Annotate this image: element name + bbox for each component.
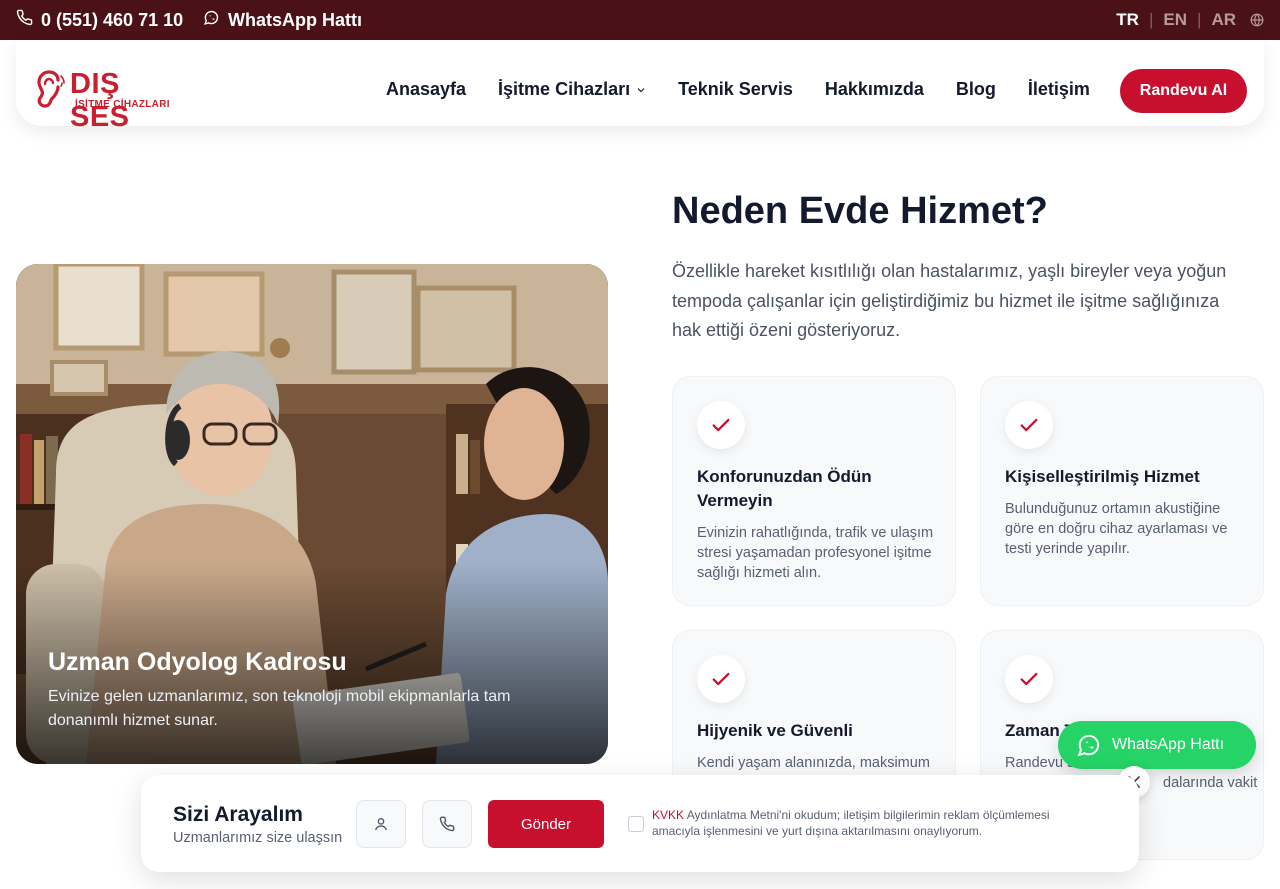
consent-label: Aydınlatma Metni'ni okudum; iletişim bil… bbox=[652, 808, 1050, 838]
name-input[interactable] bbox=[356, 800, 406, 848]
lang-separator: | bbox=[1148, 10, 1154, 29]
callback-subtitle: Uzmanlarımız size ulaşsın bbox=[173, 830, 343, 846]
hero-photo-card: Uzman Odyolog Kadrosu Evinize gelen uzma… bbox=[16, 264, 608, 764]
ear-logo-icon bbox=[37, 70, 65, 108]
lang-separator: | bbox=[1197, 10, 1202, 29]
feature-text-continued: dalarında vakit bbox=[1163, 775, 1258, 791]
check-icon bbox=[697, 655, 745, 703]
appointment-button[interactable]: Randevu Al bbox=[1120, 69, 1247, 113]
check-icon bbox=[1005, 401, 1053, 449]
check-icon bbox=[697, 401, 745, 449]
consent-text: KVKK Aydınlatma Metni'ni okudum; iletişi… bbox=[652, 807, 1092, 839]
site-header: DIŞ SES İŞİTME CİHAZLARI Anasayfa İşitme… bbox=[16, 40, 1264, 133]
whatsapp-float-label: WhatsApp Hattı bbox=[1112, 736, 1225, 753]
photo-caption-title: Uzman Odyolog Kadrosu bbox=[48, 648, 347, 676]
consent-checkbox[interactable] bbox=[628, 816, 644, 832]
feature-card: Konforunuzdan Ödün Vermeyin Evinizin rah… bbox=[672, 376, 956, 606]
language-switcher: TR | EN | AR bbox=[1116, 10, 1264, 30]
nav-item-iletisim[interactable]: İletişim bbox=[1028, 79, 1090, 100]
whatsapp-float-button[interactable]: WhatsApp Hattı bbox=[1058, 721, 1256, 769]
globe-icon[interactable] bbox=[1250, 13, 1264, 27]
nav-item-isitme-cihazlari[interactable]: İşitme Cihazları bbox=[498, 79, 646, 100]
check-icon bbox=[1005, 655, 1053, 703]
main-nav: Anasayfa İşitme Cihazları Teknik Servis … bbox=[386, 79, 1090, 100]
top-bar: 0 (551) 460 71 10 WhatsApp Hattı TR | EN… bbox=[0, 0, 1280, 40]
nav-item-anasayfa[interactable]: Anasayfa bbox=[386, 79, 466, 100]
lang-ar[interactable]: AR bbox=[1211, 10, 1236, 30]
logo[interactable]: DIŞ SES İŞİTME CİHAZLARI bbox=[34, 68, 184, 133]
logo-subtitle: İŞİTME CİHAZLARI bbox=[75, 99, 170, 110]
nav-item-hakkimizda[interactable]: Hakkımızda bbox=[825, 79, 924, 100]
whatsapp-icon bbox=[203, 9, 220, 31]
section-lead: Özellikle hareket kısıtlılığı olan hasta… bbox=[672, 261, 1227, 340]
whatsapp-icon bbox=[1076, 732, 1102, 758]
lang-tr[interactable]: TR bbox=[1116, 10, 1139, 30]
feature-text: Evinizin rahatlığında, trafik ve ulaşım … bbox=[697, 525, 934, 581]
section-title: Neden Evde Hizmet? bbox=[672, 190, 1048, 232]
callback-form: Sizi Arayalım Uzmanlarımız size ulaşsın … bbox=[141, 775, 1139, 872]
chevron-down-icon bbox=[636, 85, 646, 95]
whatsapp-label: WhatsApp Hattı bbox=[228, 9, 362, 30]
feature-card: Kişiselleştirilmiş Hizmet Bulunduğunuz o… bbox=[980, 376, 1264, 606]
nav-item-teknik-servis[interactable]: Teknik Servis bbox=[678, 79, 793, 100]
phone-link[interactable]: 0 (551) 460 71 10 bbox=[16, 10, 183, 30]
whatsapp-link[interactable]: WhatsApp Hattı bbox=[203, 10, 362, 30]
feature-text: Bulunduğunuz ortamın akustiğine göre en … bbox=[1005, 501, 1228, 557]
send-button[interactable]: Gönder bbox=[488, 800, 604, 848]
kvkk-link[interactable]: KVKK bbox=[652, 808, 684, 822]
user-icon bbox=[373, 816, 389, 832]
feature-text: Kendi yaşam alanınızda, maksimum bbox=[697, 755, 930, 771]
feature-title: Kişiselleştirilmiş Hizmet bbox=[1005, 467, 1200, 486]
photo-caption-text: Evinize gelen uzmanlarımız, son teknoloj… bbox=[48, 688, 511, 729]
nav-item-blog[interactable]: Blog bbox=[956, 79, 996, 100]
phone-icon bbox=[16, 9, 33, 31]
phone-icon bbox=[439, 816, 455, 832]
nav-item-label: İşitme Cihazları bbox=[498, 79, 631, 99]
feature-title: Hijyenik ve Güvenli bbox=[697, 721, 853, 740]
phone-input[interactable] bbox=[422, 800, 472, 848]
feature-title: Konforunuzdan Ödün Vermeyin bbox=[697, 467, 872, 510]
phone-number: 0 (551) 460 71 10 bbox=[41, 9, 184, 30]
lang-en[interactable]: EN bbox=[1163, 10, 1187, 30]
callback-title: Sizi Arayalım bbox=[173, 803, 303, 826]
